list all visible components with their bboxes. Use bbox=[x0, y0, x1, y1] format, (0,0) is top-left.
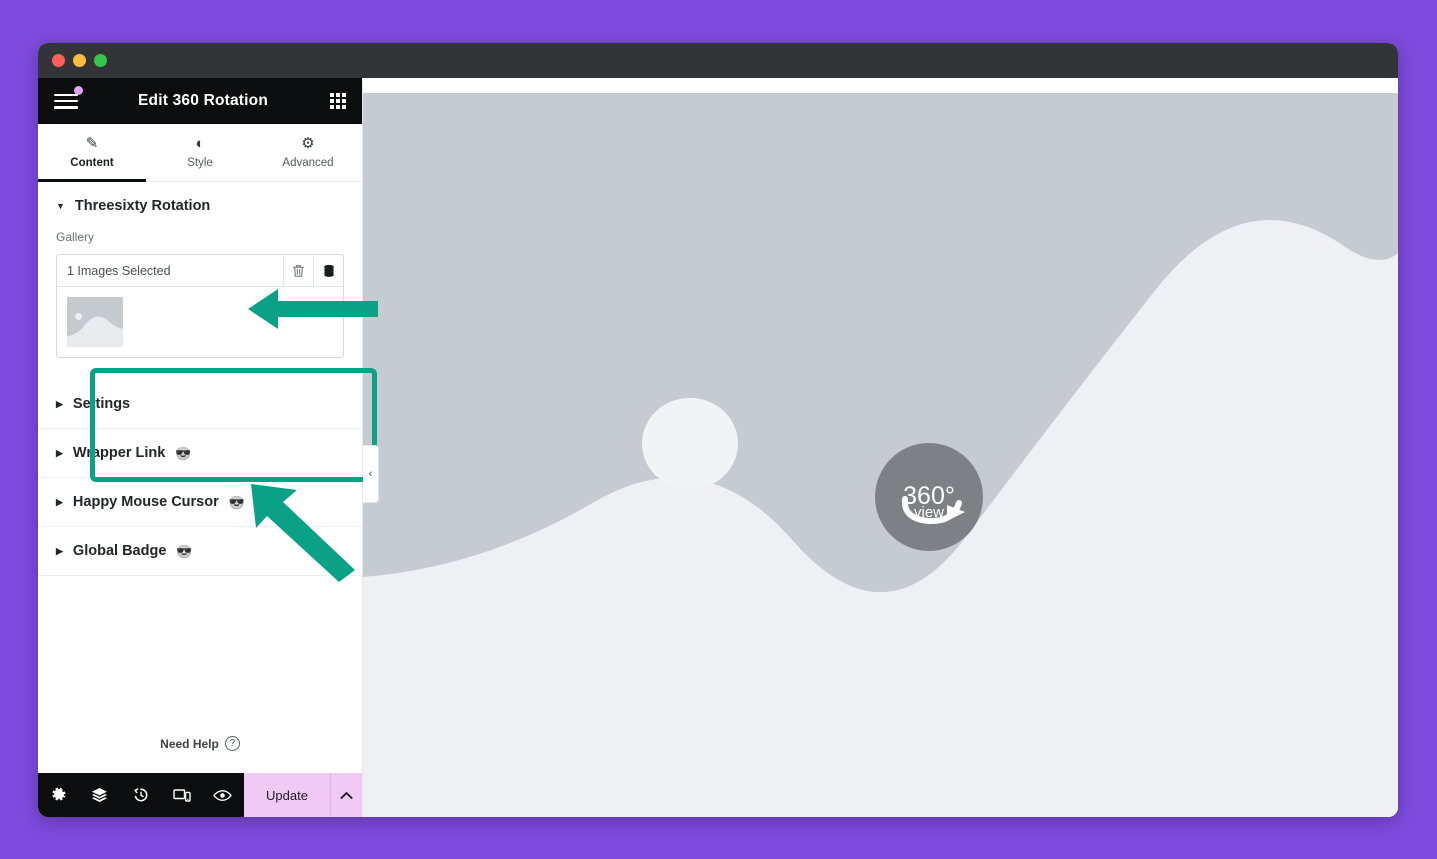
gallery-toolbar: 1 Images Selected bbox=[57, 255, 343, 287]
database-stack-icon[interactable] bbox=[313, 255, 343, 286]
rotate-arrow-icon bbox=[901, 496, 965, 525]
responsive-mode-button[interactable] bbox=[161, 773, 202, 817]
grid-apps-icon[interactable] bbox=[330, 93, 346, 109]
image-placeholder-preview[interactable]: 360° view bbox=[363, 93, 1398, 817]
chevron-left-icon: ‹ bbox=[368, 468, 373, 480]
footer-tool-list bbox=[38, 773, 244, 817]
trash-icon[interactable] bbox=[283, 255, 313, 286]
pro-badge-icon: 😎 bbox=[176, 543, 193, 559]
pencil-icon: ✎ bbox=[85, 135, 99, 152]
section-threesixty-rotation-label: Threesixty Rotation bbox=[74, 198, 211, 214]
caret-right-icon: ▶ bbox=[56, 545, 63, 556]
minimize-window-button[interactable] bbox=[73, 54, 86, 67]
pro-badge-icon: 😎 bbox=[175, 445, 192, 461]
caret-right-icon: ▶ bbox=[56, 447, 63, 458]
window-body: Edit 360 Rotation ✎ Content ◐ Style ⚙ Ad… bbox=[38, 78, 1398, 817]
settings-button[interactable] bbox=[38, 773, 79, 817]
browser-window: Edit 360 Rotation ✎ Content ◐ Style ⚙ Ad… bbox=[38, 43, 1398, 817]
elementor-editor-panel: Edit 360 Rotation ✎ Content ◐ Style ⚙ Ad… bbox=[38, 78, 378, 817]
pro-badge-icon: 😎 bbox=[228, 494, 245, 510]
gallery-control[interactable]: 1 Images Selected bbox=[56, 254, 344, 358]
caret-right-icon: ▶ bbox=[56, 496, 63, 507]
trash-icon-svg bbox=[293, 264, 304, 277]
section-global-badge[interactable]: ▶ Global Badge 😎 bbox=[38, 527, 362, 576]
tab-style-label: Style bbox=[187, 157, 213, 169]
chevron-up-icon-svg bbox=[340, 791, 353, 799]
section-threesixty-rotation[interactable]: ▼ Threesixty Rotation bbox=[38, 182, 362, 226]
section-happy-mouse-cursor[interactable]: ▶ Happy Mouse Cursor 😎 bbox=[38, 478, 362, 527]
hamburger-menu-button[interactable] bbox=[54, 86, 83, 112]
question-circle-icon: ? bbox=[224, 736, 240, 751]
gear-icon-svg bbox=[51, 787, 66, 801]
tab-content-label: Content bbox=[70, 157, 114, 169]
panel-collapse-handle[interactable]: ‹ bbox=[363, 445, 379, 503]
update-options-caret[interactable] bbox=[330, 773, 362, 817]
window-titlebar bbox=[38, 43, 1398, 78]
gallery-thumbnail[interactable] bbox=[67, 297, 123, 347]
section-settings-label: Settings bbox=[72, 396, 131, 412]
zoom-window-button[interactable] bbox=[94, 54, 107, 67]
update-control-group: Update bbox=[244, 773, 362, 817]
navigator-button[interactable] bbox=[79, 773, 120, 817]
three-sixty-view-badge[interactable]: 360° view bbox=[875, 443, 983, 551]
layers-icon-svg bbox=[92, 788, 107, 802]
preview-button[interactable] bbox=[202, 773, 243, 817]
panel-title: Edit 360 Rotation bbox=[138, 92, 269, 109]
gear-icon: ⚙ bbox=[301, 135, 315, 152]
database-stack-icon-svg bbox=[323, 264, 334, 277]
section-global-badge-label: Global Badge bbox=[72, 543, 167, 559]
notification-dot bbox=[74, 86, 83, 95]
gallery-thumbnail-list bbox=[57, 287, 343, 357]
gallery-count-label: 1 Images Selected bbox=[67, 263, 171, 278]
hamburger-icon bbox=[54, 93, 78, 109]
section-happy-mouse-cursor-label: Happy Mouse Cursor bbox=[72, 494, 219, 510]
wave-hill-shape bbox=[67, 316, 123, 347]
responsive-mode-icon-svg bbox=[172, 788, 191, 802]
update-button[interactable]: Update bbox=[244, 773, 330, 817]
need-help-label: Need Help bbox=[160, 736, 219, 751]
circle-sun-shape bbox=[642, 397, 738, 490]
tab-content[interactable]: ✎ Content bbox=[38, 124, 146, 182]
caret-down-icon: ▼ bbox=[56, 201, 65, 211]
history-button[interactable] bbox=[120, 773, 161, 817]
section-settings[interactable]: ▶ Settings bbox=[38, 380, 362, 429]
need-help-link[interactable]: Need Help ? bbox=[38, 736, 362, 773]
canvas-top-strip bbox=[363, 78, 1398, 93]
section-wrapper-link[interactable]: ▶ Wrapper Link 😎 bbox=[38, 429, 362, 478]
panel-footer: Update bbox=[38, 773, 362, 817]
panel-header: Edit 360 Rotation bbox=[38, 78, 362, 124]
gallery-control-block: Gallery 1 Images Selected bbox=[38, 226, 362, 380]
editor-canvas: 360° view bbox=[363, 78, 1398, 817]
tab-advanced[interactable]: ⚙ Advanced bbox=[254, 124, 362, 181]
section-wrapper-link-label: Wrapper Link bbox=[72, 445, 166, 461]
contrast-icon: ◐ bbox=[195, 135, 205, 152]
gallery-field-label: Gallery bbox=[56, 230, 95, 244]
panel-tabs: ✎ Content ◐ Style ⚙ Advanced bbox=[38, 124, 362, 182]
tab-style[interactable]: ◐ Style bbox=[146, 124, 254, 181]
close-window-button[interactable] bbox=[52, 54, 65, 67]
caret-right-icon: ▶ bbox=[56, 398, 63, 409]
tab-advanced-label: Advanced bbox=[282, 157, 334, 169]
history-clock-icon-svg bbox=[133, 788, 147, 802]
eye-preview-icon-svg bbox=[213, 789, 232, 801]
